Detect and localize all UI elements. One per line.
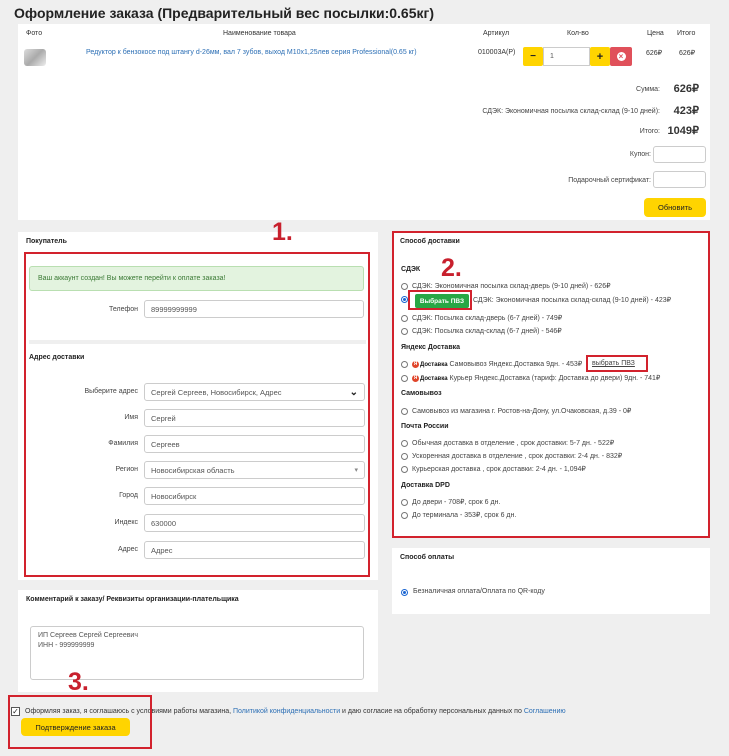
- col-qty: Кол-во: [567, 30, 589, 37]
- payment-title: Способ оплаты: [400, 554, 455, 561]
- col-price: Цена: [647, 30, 664, 37]
- qty-plus-button[interactable]: +: [590, 47, 610, 66]
- delivery-cost-value: 423₽: [673, 105, 699, 117]
- product-name-link[interactable]: Редуктор к бензокосе под штангу d-26мм, …: [86, 49, 466, 56]
- sum-label: Сумма:: [636, 86, 660, 93]
- product-price: 626₽: [646, 50, 663, 57]
- annotation-box-confirm: [8, 695, 152, 749]
- total-label: Итого:: [639, 128, 660, 135]
- cart-panel: Фото Наименование товара Артикул Кол-во …: [18, 24, 710, 220]
- comment-text: ИП Сергеев Сергей Сергеевич ИНН - 999999…: [38, 632, 138, 649]
- comment-title: Комментарий к заказу/ Реквизиты организа…: [26, 596, 239, 603]
- buyer-title: Покупатель: [26, 238, 67, 245]
- annotation-box-pvz: [408, 290, 472, 310]
- annotation-box-delivery: [392, 231, 710, 538]
- coupon-input[interactable]: [653, 146, 706, 163]
- col-photo: Фото: [26, 30, 43, 37]
- total-value: 1049₽: [667, 125, 699, 137]
- delivery-cost-label: СДЭК: Экономичная посылка склад-склад (9…: [482, 108, 660, 115]
- product-image[interactable]: [24, 49, 46, 66]
- annotation-box-buyer: [24, 252, 370, 577]
- col-article: Артикул: [483, 30, 510, 37]
- remove-item-button[interactable]: ×: [610, 47, 632, 66]
- payment-panel: Способ оплаты Безналичная оплата/Оплата …: [392, 548, 710, 614]
- qty-minus-button[interactable]: −: [523, 47, 543, 66]
- agreement-text-2: и даю согласие на обработку персональных…: [340, 708, 524, 715]
- coupon-label: Купон:: [629, 151, 651, 158]
- annotation-box-yandex-pvz: [586, 355, 648, 372]
- qty-input[interactable]: 1: [543, 47, 590, 66]
- payment-radio[interactable]: [401, 589, 408, 596]
- agreement-link[interactable]: Соглашению: [524, 708, 566, 715]
- page-title: Оформление заказа (Предварительный вес п…: [14, 5, 434, 21]
- annotation-number-3: 3.: [68, 668, 89, 696]
- product-article: 010003А(Р): [478, 49, 516, 56]
- certificate-input[interactable]: [653, 171, 706, 188]
- update-button[interactable]: Обновить: [644, 198, 706, 217]
- product-total: 626₽: [679, 50, 696, 57]
- close-icon: ×: [616, 52, 626, 61]
- annotation-number-2: 2.: [441, 254, 462, 282]
- col-name: Наименование товара: [223, 30, 296, 37]
- annotation-number-1: 1.: [272, 218, 293, 246]
- col-total: Итого: [677, 30, 696, 37]
- sum-value: 626₽: [673, 83, 699, 95]
- payment-option[interactable]: Безналичная оплата/Оплата по QR-коду: [413, 588, 545, 595]
- privacy-policy-link[interactable]: Политикой конфиденциальности: [233, 708, 340, 715]
- certificate-label: Подарочный сертификат:: [568, 177, 651, 184]
